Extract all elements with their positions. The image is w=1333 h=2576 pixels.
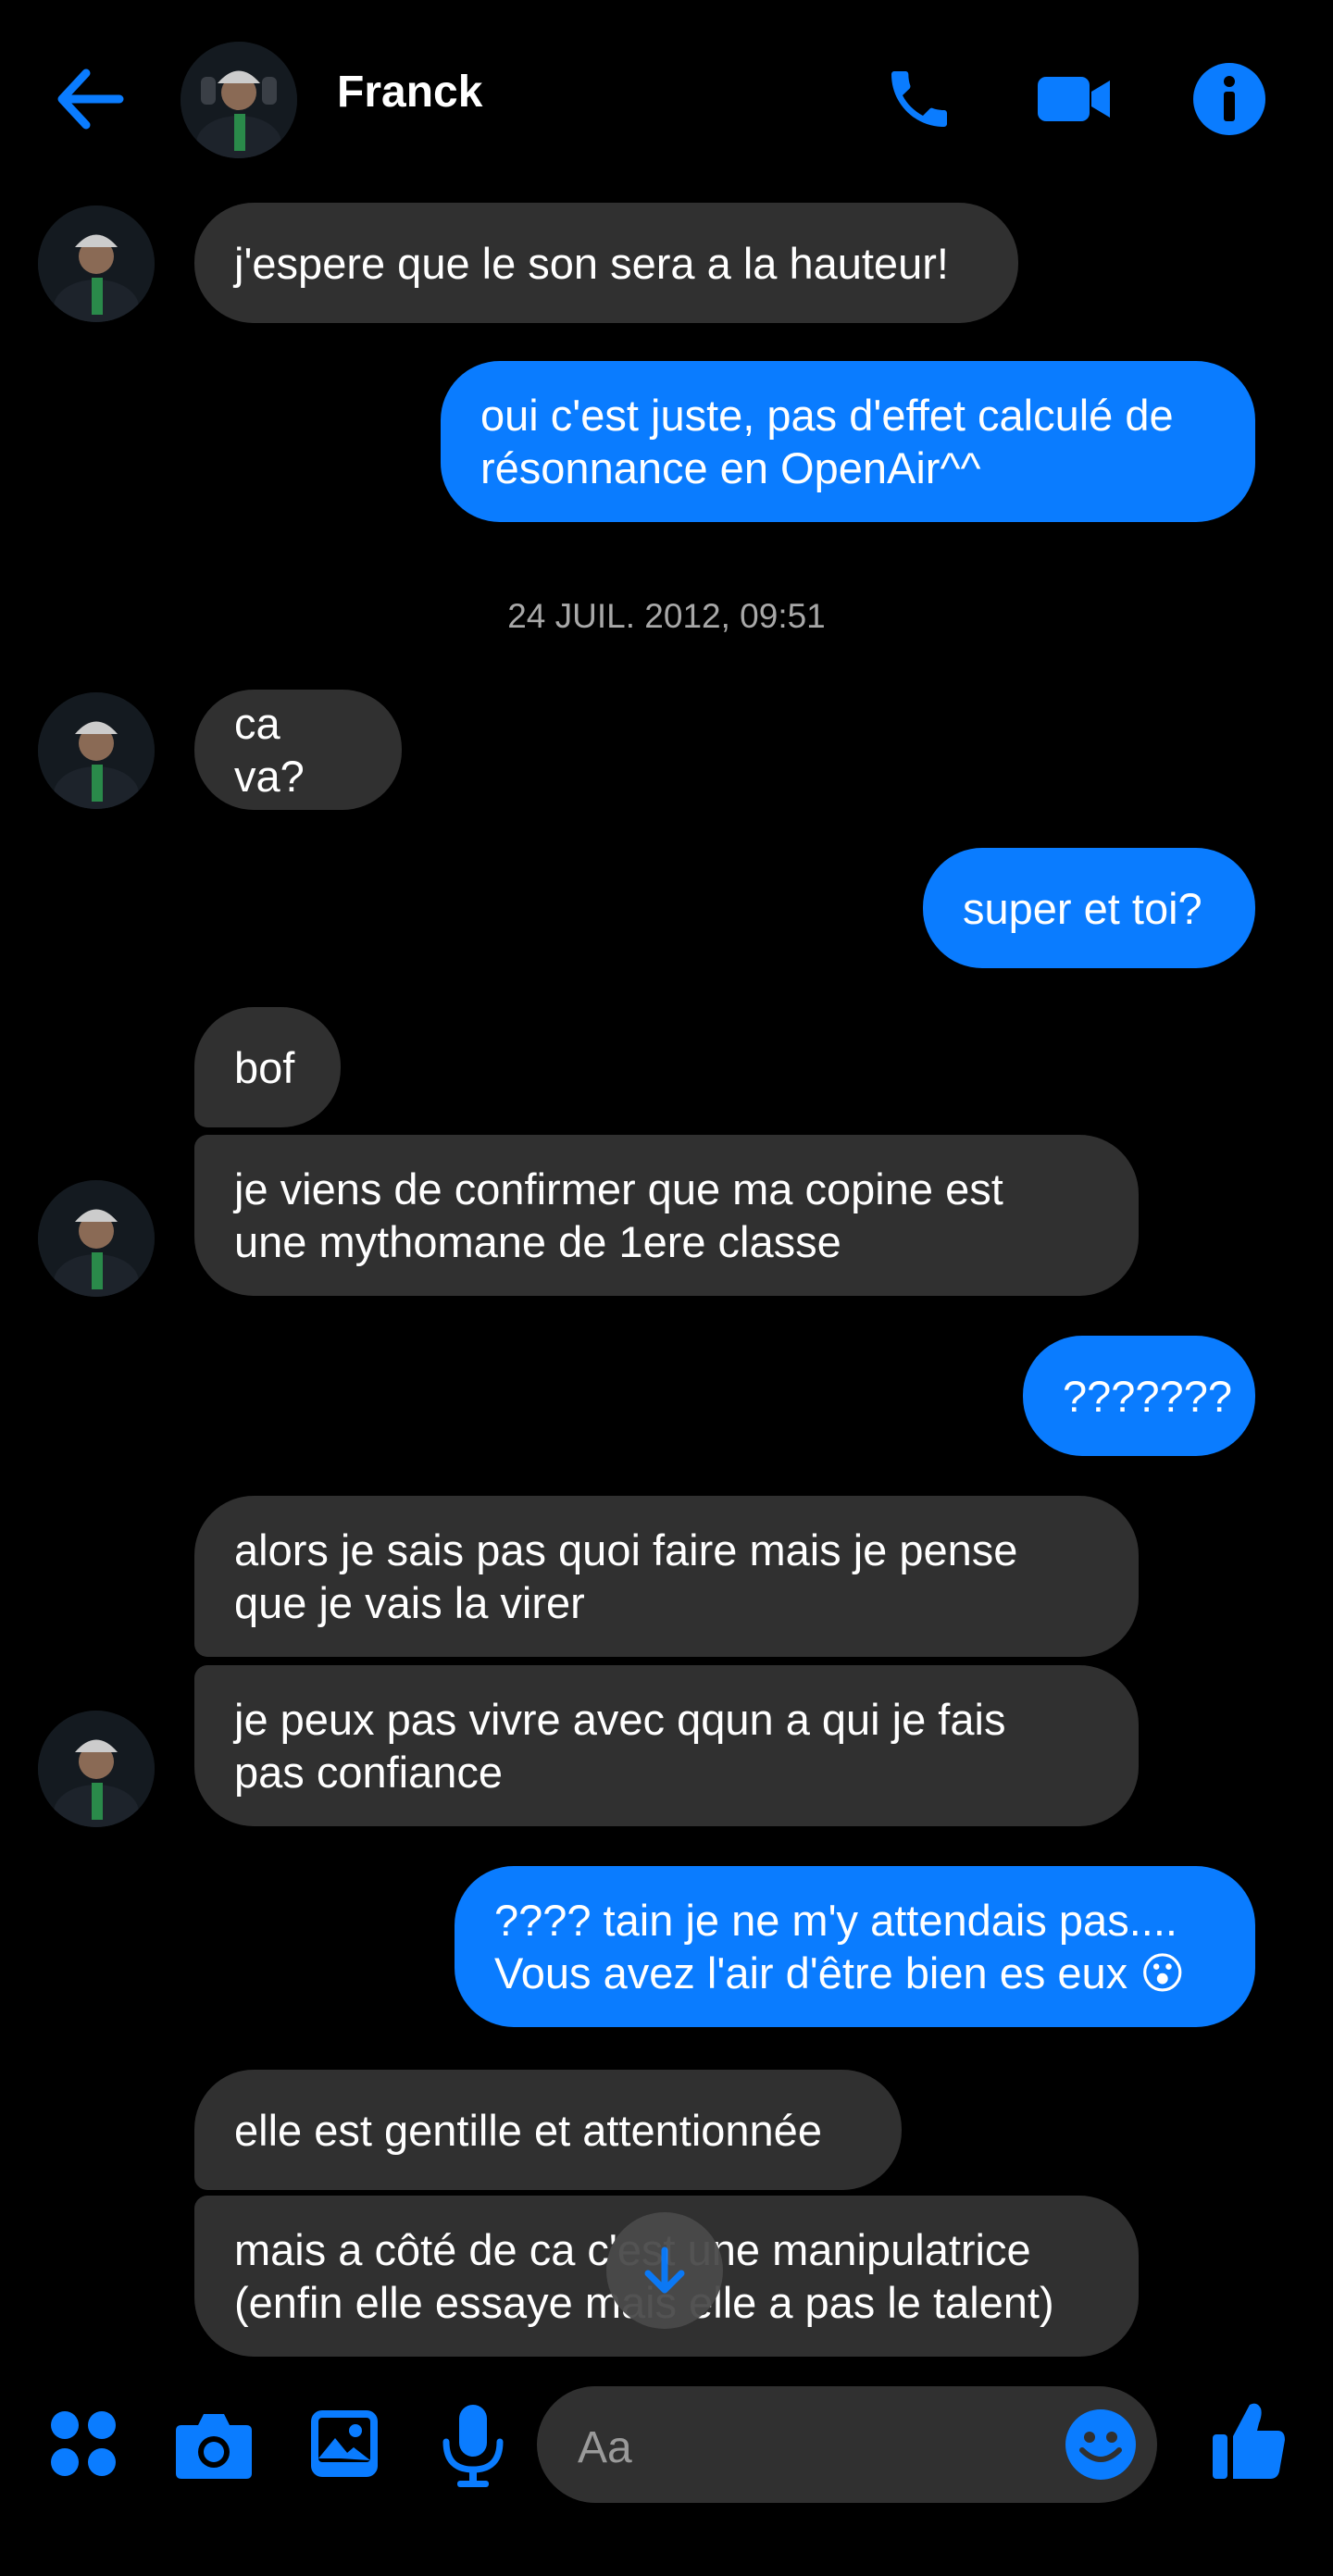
gallery-icon[interactable]	[307, 2407, 381, 2481]
message-text: oui c'est juste, pas d'effet calculé de …	[480, 391, 1174, 492]
contact-name[interactable]: Franck	[337, 70, 482, 115]
message-input-placeholder: Aa	[578, 2423, 632, 2472]
contact-avatar-small[interactable]	[38, 1711, 155, 1827]
message-text: elle est gentille et attentionnée	[234, 2105, 822, 2155]
message-text: alors je sais pas quoi faire mais je pen…	[234, 1525, 1018, 1627]
message-text: j'espere que le son sera a la hauteur!	[234, 238, 949, 288]
camera-icon[interactable]	[174, 2407, 254, 2483]
contact-avatar-small[interactable]	[38, 692, 155, 809]
message-bubble-outgoing[interactable]: super et toi?	[923, 848, 1255, 968]
message-bubble-incoming[interactable]: je peux pas vivre avec qqun a qui je fai…	[194, 1665, 1139, 1826]
message-bubble-incoming[interactable]: alors je sais pas quoi faire mais je pen…	[194, 1496, 1139, 1657]
contact-avatar-small[interactable]	[38, 1180, 155, 1297]
message-timestamp: 24 JUIL. 2012, 09:51	[507, 597, 826, 635]
message-text: ca va?	[234, 699, 305, 801]
back-arrow-icon[interactable]	[48, 57, 131, 141]
message-bubble-outgoing[interactable]: ???? tain je ne m'y attendais pas.... Vo…	[455, 1866, 1255, 2027]
message-text: je viens de confirmer que ma copine est …	[234, 1164, 1003, 1266]
contact-avatar[interactable]	[181, 42, 297, 158]
info-icon[interactable]	[1188, 57, 1271, 141]
arrow-down-icon	[644, 2246, 685, 2294]
surprised-emoji: 😮	[1140, 1948, 1186, 1997]
message-text: super et toi?	[963, 883, 1202, 933]
video-camera-icon[interactable]	[1033, 57, 1116, 141]
contact-avatar-small[interactable]	[38, 205, 155, 322]
phone-icon[interactable]	[878, 57, 961, 141]
message-text: ???????	[1063, 1371, 1232, 1421]
message-bubble-incoming[interactable]: ca va?	[194, 690, 402, 810]
emoji-icon[interactable]	[1064, 2408, 1138, 2482]
message-bubble-outgoing[interactable]: ???????	[1023, 1336, 1255, 1456]
message-bubble-incoming[interactable]: elle est gentille et attentionnée	[194, 2070, 902, 2190]
message-bubble-incoming[interactable]: je viens de confirmer que ma copine est …	[194, 1135, 1139, 1296]
scroll-to-bottom-button[interactable]	[606, 2212, 723, 2329]
message-text: bof	[234, 1042, 295, 1092]
message-bubble-incoming[interactable]: j'espere que le son sera a la hauteur!	[194, 203, 1018, 323]
message-text: je peux pas vivre avec qqun a qui je fai…	[234, 1695, 1006, 1797]
message-text: ???? tain je ne m'y attendais pas.... Vo…	[494, 1896, 1186, 1997]
apps-grid-icon[interactable]	[46, 2407, 120, 2481]
microphone-icon[interactable]	[441, 2403, 505, 2488]
message-bubble-outgoing[interactable]: oui c'est juste, pas d'effet calculé de …	[441, 361, 1255, 522]
message-bubble-incoming[interactable]: bof	[194, 1007, 341, 1127]
thumbs-up-icon[interactable]	[1209, 2399, 1287, 2483]
